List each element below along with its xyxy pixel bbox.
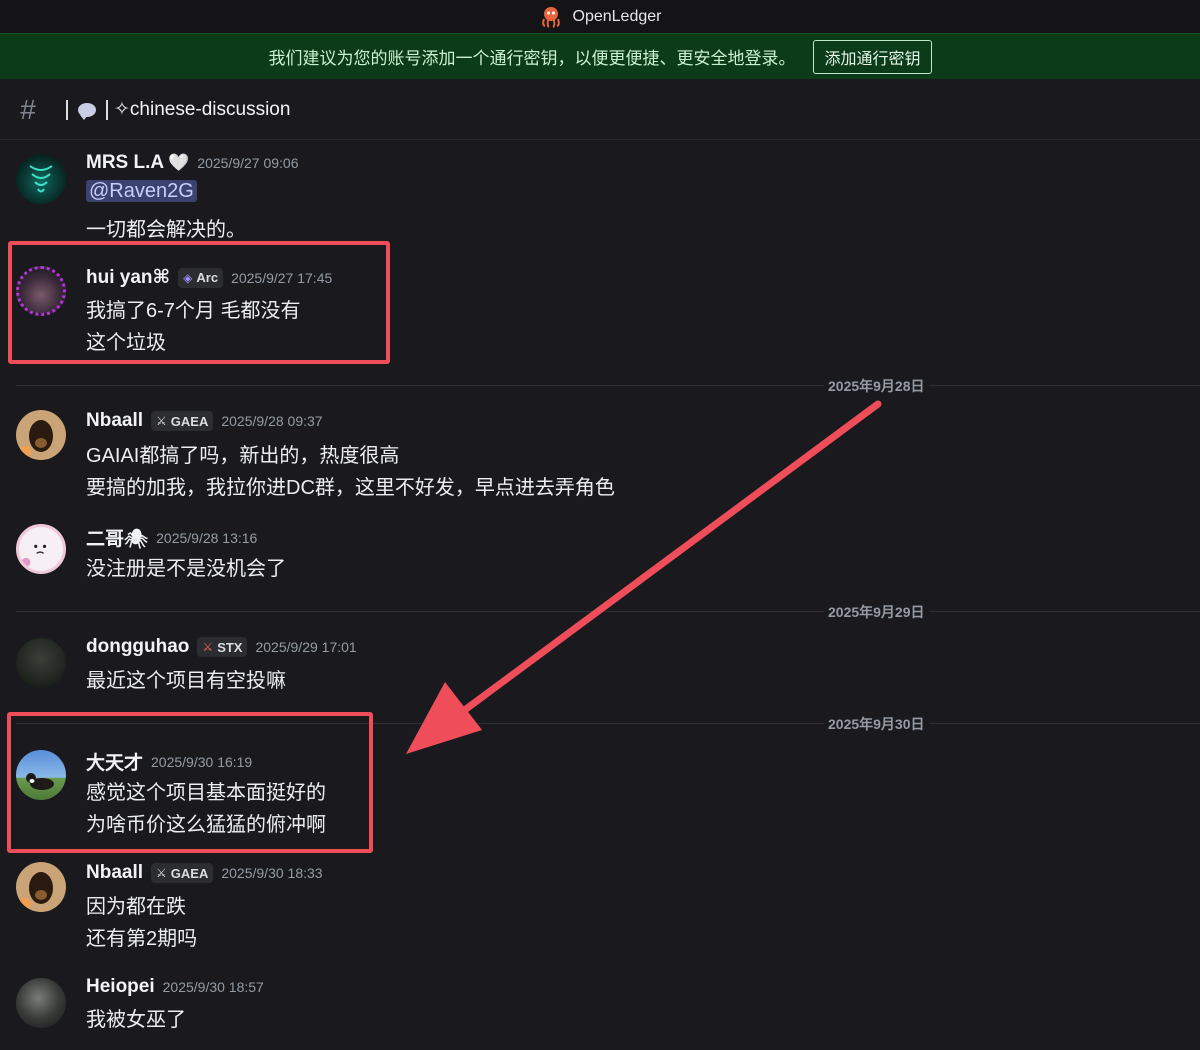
avatar[interactable] [16,524,66,574]
username[interactable]: dongguhao [86,636,189,658]
guild-tag[interactable]: ⚔ GAEA [151,863,214,883]
guild-tag[interactable]: ⚔ GAEA [151,411,214,431]
passkey-banner: 我们建议为您的账号添加一个通行密钥，以便更便捷、更安全地登录。 添加通行密钥 [0,33,1200,79]
message-text: 没注册是不是没机会了 [86,558,286,580]
username[interactable]: MRS L.A [86,152,164,174]
message-text: 一切都会解决的。 [86,219,246,241]
timestamp[interactable]: 2025/9/27 09:06 [197,155,298,171]
highlight-box [8,241,390,364]
username[interactable]: Nbaall [86,410,143,432]
message-text: 要搞的加我，我拉你进DC群，这里不好发，早点进去弄角色 [86,477,615,499]
divider-bar [66,99,68,120]
app-title: OpenLedger [572,7,662,25]
message-text: 还有第2期吗 [86,928,198,950]
octopus-logo-icon [541,6,560,28]
date-divider [16,611,1200,612]
avatar[interactable] [16,978,66,1028]
highlight-box [7,712,373,853]
timestamp[interactable]: 2025/9/30 18:57 [163,979,264,995]
channel-header: # ✧chinese-discussion [0,80,1200,140]
channel-hash-icon: # [20,93,36,125]
timestamp[interactable]: 2025/9/28 13:16 [156,530,257,546]
speech-bubble-icon [78,102,96,120]
crossed-swords-icon: ⚔ [156,414,167,428]
message-item: 二哥🕷 2025/9/28 13:16 没注册是不是没机会了 [0,522,1200,582]
message-text: 最近这个项目有空投嘛 [86,670,286,692]
date-divider [16,385,1200,386]
message-text: 我被女巫了 [86,1009,186,1031]
timestamp[interactable]: 2025/9/29 17:01 [255,639,356,655]
username[interactable]: 二哥🕷 [86,524,148,551]
avatar[interactable] [16,862,66,912]
heart-icon: 🤍 [168,153,190,172]
user-mention[interactable]: @Raven2G [86,180,197,202]
banner-text: 我们建议为您的账号添加一个通行密钥，以便更便捷、更安全地登录。 [268,49,796,68]
avatar[interactable] [16,638,66,688]
username[interactable]: Heiopei [86,976,155,998]
guild-tag[interactable]: ⚔ STX [197,637,248,657]
username[interactable]: Nbaall [86,862,143,884]
crossed-swords-icon: ⚔ [202,640,214,654]
date-label: 2025年9月28日 [824,376,929,396]
avatar[interactable] [16,410,66,460]
add-passkey-button[interactable]: 添加通行密钥 [813,39,932,74]
message-item: Heiopei 2025/9/30 18:57 我被女巫了 [0,974,1200,1034]
crossed-swords-icon: ⚔ [156,866,167,880]
message-text: 因为都在跌 [86,896,186,918]
message-item: MRS L.A 🤍 2025/9/27 09:06 @Raven2G 一切都会解… [0,150,1200,241]
timestamp[interactable]: 2025/9/30 18:33 [221,865,322,881]
message-text: GAIAI都搞了吗，新出的，热度很高 [86,445,400,467]
timestamp[interactable]: 2025/9/28 09:37 [221,413,322,429]
date-label: 2025年9月29日 [824,602,929,622]
avatar[interactable] [16,154,66,204]
date-label: 2025年9月30日 [824,714,929,734]
message-item: Nbaall ⚔ GAEA 2025/9/28 09:37 GAIAI都搞了吗，新… [0,408,1200,503]
title-bar: OpenLedger [0,0,1200,33]
channel-name: ✧chinese-discussion [114,99,291,120]
message-item: Nbaall ⚔ GAEA 2025/9/30 18:33 因为都在跌 还有第2期… [0,860,1200,955]
message-item: dongguhao ⚔ STX 2025/9/29 17:01 最近这个项目有空投… [0,634,1200,694]
divider-bar [106,99,108,120]
